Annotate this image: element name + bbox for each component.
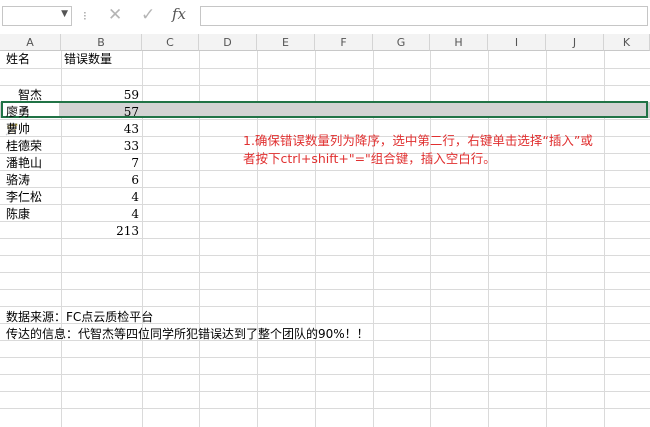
cell-name[interactable]: 桂德荣 xyxy=(6,138,42,155)
cell-name[interactable]: 骆涛 xyxy=(6,172,30,189)
gridline xyxy=(0,391,650,392)
gridline xyxy=(0,85,650,86)
gridline xyxy=(0,374,650,375)
header-name[interactable]: 姓名 xyxy=(6,51,30,68)
cell-count[interactable]: 43 xyxy=(64,121,139,138)
gridline xyxy=(0,408,650,409)
annotation-line-1: 1.确保错误数量列为降序，选中第二行，右键单击选择“插入”或 xyxy=(243,133,593,148)
cell-name[interactable]: 陈康 xyxy=(6,206,30,223)
gridline xyxy=(0,272,650,273)
column-header-e[interactable]: E xyxy=(257,34,315,51)
cell-count[interactable]: 7 xyxy=(64,155,139,172)
gridline xyxy=(0,68,650,69)
formula-input[interactable] xyxy=(200,6,648,26)
insert-function-button[interactable]: fx xyxy=(172,5,186,23)
column-header-h[interactable]: H xyxy=(430,34,488,51)
column-header-d[interactable]: D xyxy=(199,34,257,51)
cell-name[interactable]: 智杰 xyxy=(18,87,42,104)
annotation-line-2: 者按下ctrl+shift+"="组合键，插入空白行。 xyxy=(243,151,496,166)
chevron-down-icon[interactable]: ▼ xyxy=(61,9,68,19)
cell-count[interactable]: 57 xyxy=(64,104,139,121)
cell-name[interactable]: 廖勇 xyxy=(6,104,30,121)
column-header-c[interactable]: C xyxy=(142,34,199,51)
header-errors[interactable]: 错误数量 xyxy=(64,51,112,68)
message-line[interactable]: 传达的信息：代智杰等四位同学所犯错误达到了整个团队的90%！！ xyxy=(6,326,369,343)
cell-count[interactable]: 4 xyxy=(64,206,139,223)
name-box[interactable]: ▼ xyxy=(2,6,72,26)
column-header-i[interactable]: I xyxy=(488,34,546,51)
gridline xyxy=(0,306,650,307)
annotation-note: 1.确保错误数量列为降序，选中第二行，右键单击选择“插入”或 者按下ctrl+s… xyxy=(243,132,643,168)
enter-icon[interactable]: ✓ xyxy=(141,5,155,25)
cell-count[interactable]: 33 xyxy=(64,138,139,155)
cell-count[interactable]: 59 xyxy=(64,87,139,104)
more-icon: ⁝ xyxy=(83,9,87,23)
column-header-a[interactable]: A xyxy=(0,34,61,51)
cell-total[interactable]: 213 xyxy=(64,223,139,240)
gridline xyxy=(0,255,650,256)
gridline xyxy=(0,357,650,358)
cell-name[interactable]: 李仁松 xyxy=(6,189,42,206)
column-header-b[interactable]: B xyxy=(61,34,142,51)
cell-count[interactable]: 6 xyxy=(64,172,139,189)
spreadsheet-grid[interactable]: A B C D E F G H I J K 姓名 错误数量 🪄 智杰 59 廖勇… xyxy=(0,34,650,427)
cancel-icon[interactable]: ✕ xyxy=(108,5,122,25)
cell-count[interactable]: 4 xyxy=(64,189,139,206)
cell-name[interactable]: 潘艳山 xyxy=(6,155,42,172)
gridline xyxy=(0,289,650,290)
column-header-f[interactable]: F xyxy=(315,34,373,51)
formula-bar: ▼ ⁝ ✕ ✓ fx xyxy=(0,0,650,35)
column-header-g[interactable]: G xyxy=(373,34,430,51)
source-line[interactable]: 数据来源：FC点云质检平台 xyxy=(6,309,153,326)
column-header-j[interactable]: J xyxy=(546,34,604,51)
column-header-k[interactable]: K xyxy=(604,34,650,51)
cell-name[interactable]: 曹帅 xyxy=(6,121,30,138)
